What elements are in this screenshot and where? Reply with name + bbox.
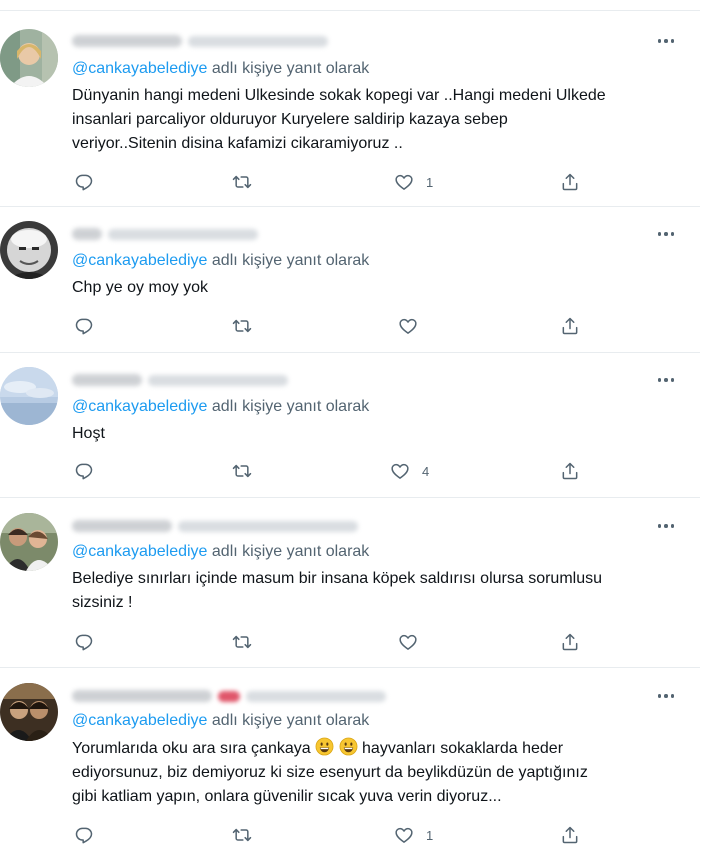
tweet-text: Yorumlarıda oku ara sıra çankaya hayvanl… [72, 737, 682, 809]
mention-link[interactable]: @cankayabelediye [72, 252, 207, 269]
tweet-5[interactable]: @cankayabelediye adlı kişiye yanıt olara… [0, 668, 700, 862]
share-icon [562, 317, 578, 335]
heart-icon [395, 174, 413, 190]
reply-context: @cankayabelediye adlı kişiye yanıt olara… [72, 398, 369, 416]
tweet-text: Chp ye oy moy yok [72, 279, 209, 296]
reply-context: @cankayabelediye adlı kişiye yanıt olara… [72, 252, 369, 270]
share-button[interactable] [560, 824, 580, 846]
mention-link[interactable]: @cankayabelediye [72, 60, 207, 77]
retweet-button[interactable] [232, 824, 252, 846]
reply-button[interactable] [74, 315, 94, 337]
retweet-icon [232, 319, 252, 333]
grinning-face-emoji-icon [315, 737, 334, 756]
tweet-3[interactable]: @cankayabelediye adlı kişiye yanıt olara… [0, 353, 700, 498]
user-header [72, 31, 328, 51]
avatar[interactable] [0, 29, 58, 87]
share-button[interactable] [560, 631, 580, 653]
share-button[interactable] [560, 315, 580, 337]
more-icon[interactable] [656, 370, 676, 390]
reply-button[interactable] [74, 171, 94, 193]
reply-prefix: adlı kişiye yanıt olarak [211, 252, 370, 269]
reply-icon [75, 174, 93, 191]
reply-context: @cankayabelediye adlı kişiye yanıt olara… [72, 543, 369, 561]
retweet-icon [232, 175, 252, 189]
retweet-icon [232, 635, 252, 649]
reply-context: @cankayabelediye adlı kişiye yanıt olara… [72, 60, 369, 78]
retweet-button[interactable] [232, 460, 252, 482]
tweet-actions: 1 [72, 824, 592, 846]
like-button[interactable] [398, 631, 430, 653]
avatar[interactable] [0, 221, 58, 279]
reply-button[interactable] [74, 460, 94, 482]
tweet-text: Hoşt [72, 425, 105, 442]
reply-button[interactable] [74, 824, 94, 846]
heart-icon [399, 318, 417, 334]
tweet-actions: 1 [72, 171, 592, 193]
retweet-button[interactable] [232, 631, 252, 653]
user-header [72, 224, 258, 244]
tweet-2[interactable]: @cankayabelediye adlı kişiye yanıt olara… [0, 207, 700, 353]
retweet-button[interactable] [232, 315, 252, 337]
reply-button[interactable] [74, 631, 94, 653]
tweet-text: Belediye sınırları içinde masum bir insa… [72, 570, 603, 611]
share-icon [562, 633, 578, 651]
share-icon [562, 826, 578, 844]
reply-prefix: adlı kişiye yanıt olarak [211, 712, 370, 729]
reply-prefix: adlı kişiye yanıt olarak [211, 60, 370, 77]
tweet-text: Dünyanin hangi medeni Ulkesinde sokak ko… [72, 87, 606, 152]
reply-icon [75, 318, 93, 335]
reply-prefix: adlı kişiye yanıt olarak [211, 543, 370, 560]
like-count: 1 [426, 174, 434, 190]
like-button[interactable] [398, 315, 430, 337]
heart-icon [399, 634, 417, 650]
avatar[interactable] [0, 683, 58, 741]
like-count: 1 [426, 827, 434, 843]
user-header [72, 370, 288, 390]
user-header [72, 686, 386, 706]
share-icon [562, 462, 578, 480]
retweet-icon [232, 464, 252, 478]
tweet-actions: 4 [72, 460, 592, 482]
share-button[interactable] [560, 171, 580, 193]
heart-icon [395, 827, 413, 843]
heart-icon [391, 463, 409, 479]
like-button[interactable]: 1 [394, 824, 433, 846]
like-button[interactable]: 4 [390, 460, 429, 482]
share-icon [562, 173, 578, 191]
retweet-icon [232, 828, 252, 842]
user-header [72, 516, 358, 536]
more-icon[interactable] [656, 686, 676, 706]
mention-link[interactable]: @cankayabelediye [72, 543, 207, 560]
tweet-1[interactable]: @cankayabelediye adlı kişiye yanıt olara… [0, 11, 700, 207]
grinning-face-emoji-icon [339, 737, 357, 756]
mention-link[interactable]: @cankayabelediye [72, 712, 207, 729]
reply-context: @cankayabelediye adlı kişiye yanıt olara… [72, 712, 369, 730]
like-button[interactable]: 1 [394, 171, 433, 193]
more-icon[interactable] [656, 31, 676, 51]
more-icon[interactable] [656, 516, 676, 536]
tweet-text-part-1: Yorumlarıda oku ara sıra çankaya [72, 740, 311, 757]
share-button[interactable] [560, 460, 580, 482]
reply-icon [75, 463, 93, 480]
mention-link[interactable]: @cankayabelediye [72, 398, 207, 415]
reply-icon [75, 634, 93, 651]
like-count: 4 [422, 463, 430, 479]
avatar[interactable] [0, 513, 58, 571]
tweet-4[interactable]: @cankayabelediye adlı kişiye yanıt olara… [0, 498, 700, 668]
tweet-actions [72, 631, 592, 653]
retweet-button[interactable] [232, 171, 252, 193]
avatar[interactable] [0, 367, 58, 425]
reply-prefix: adlı kişiye yanıt olarak [211, 398, 370, 415]
tweet-actions [72, 315, 592, 337]
reply-icon [75, 827, 93, 844]
more-icon[interactable] [656, 224, 676, 244]
